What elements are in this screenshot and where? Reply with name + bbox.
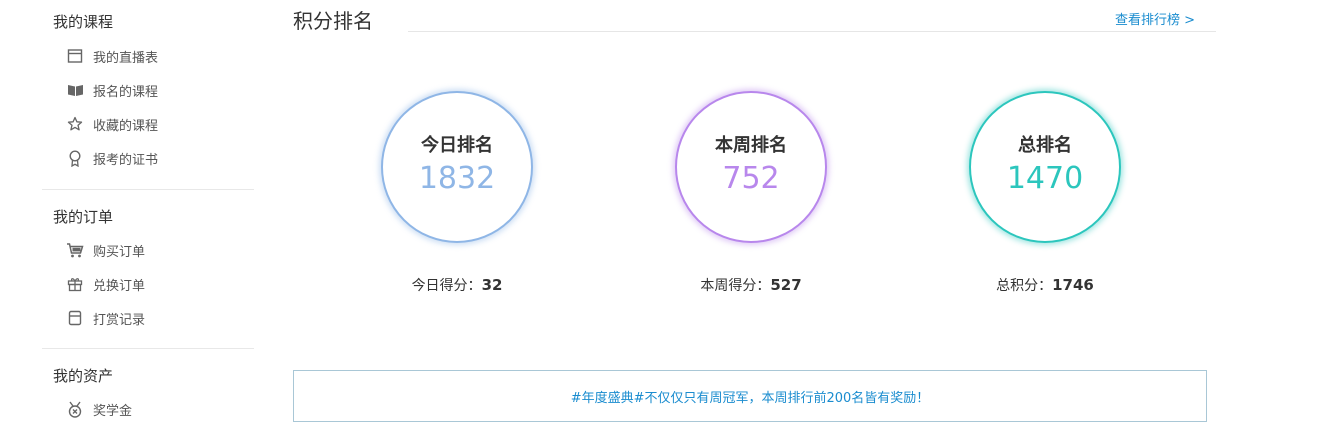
rank-circle: 今日排名 1832	[381, 91, 533, 243]
score-label: 总积分：	[996, 278, 1053, 294]
score-value: 32	[481, 276, 503, 294]
sidebar-item-label: 打赏记录	[93, 312, 146, 328]
sidebar-item-label: 兑换订单	[93, 278, 146, 294]
rank-circle: 总排名 1470	[969, 91, 1121, 243]
rank-value: 1470	[1006, 160, 1084, 196]
sidebar-item-purchase-orders[interactable]: 购买订单	[42, 233, 254, 267]
sidebar-item-scholarship[interactable]: 奖学金	[42, 392, 254, 426]
sidebar-group-courses: 我的课程 我的直播表 报名的课程 收藏的课程 报考的证书	[42, 0, 254, 189]
sidebar-item-label: 报名的课程	[93, 84, 159, 100]
box-icon	[66, 309, 84, 327]
sidebar-item-label: 收藏的课程	[93, 118, 159, 134]
score-value: 1746	[1052, 276, 1094, 294]
sidebar-group-assets: 我的资产 奖学金	[42, 348, 254, 426]
sidebar-group-orders: 我的订单 购买订单 兑换订单 打赏记录	[42, 189, 254, 348]
main-header: 积分排名 查看排行榜 >	[293, 0, 1216, 33]
score-line: 今日得分：32	[381, 275, 533, 295]
rank-label: 总排名	[1018, 134, 1072, 156]
sidebar-item-label: 购买订单	[93, 244, 146, 260]
sidebar-group-title: 我的资产	[53, 367, 114, 385]
rank-label: 本周排名	[715, 134, 787, 156]
score-line: 总积分：1746	[969, 275, 1121, 295]
sidebar-item-label: 奖学金	[93, 403, 133, 419]
sidebar-item-enrolled-courses[interactable]: 报名的课程	[42, 73, 254, 107]
sidebar-item-label: 我的直播表	[93, 50, 159, 66]
sidebar-group-title: 我的课程	[53, 13, 114, 31]
rank-value: 1832	[418, 160, 496, 196]
rank-card-week: 本周排名 752 本周得分：527	[675, 91, 827, 295]
rank-card-total: 总排名 1470 总积分：1746	[969, 91, 1121, 295]
header-divider	[408, 31, 1216, 32]
sidebar-group-title: 我的订单	[53, 208, 114, 226]
score-label: 本周得分：	[700, 278, 771, 294]
rank-label: 今日排名	[421, 134, 493, 156]
view-leaderboard-link[interactable]: 查看排行榜 >	[1115, 9, 1195, 28]
score-line: 本周得分：527	[675, 275, 827, 295]
cart-icon	[66, 241, 84, 259]
award-icon	[66, 149, 84, 167]
medal-icon	[66, 400, 84, 418]
page-title: 积分排名	[293, 9, 373, 33]
sidebar-item-label: 报考的证书	[93, 152, 159, 168]
rank-circle: 本周排名 752	[675, 91, 827, 243]
promo-banner[interactable]: #年度盛典#不仅仅只有周冠军，本周排行前200名皆有奖励！	[293, 370, 1207, 422]
rank-value: 752	[722, 160, 780, 196]
sidebar-item-reward-records[interactable]: 打赏记录	[42, 301, 254, 335]
sidebar-item-favorite-courses[interactable]: 收藏的课程	[42, 107, 254, 141]
gift-icon	[66, 275, 84, 293]
score-label: 今日得分：	[411, 278, 482, 294]
sidebar-item-certificates[interactable]: 报考的证书	[42, 141, 254, 175]
score-value: 527	[770, 276, 802, 294]
sidebar-item-exchange-orders[interactable]: 兑换订单	[42, 267, 254, 301]
sidebar-item-live-schedule[interactable]: 我的直播表	[42, 39, 254, 73]
calendar-icon	[66, 47, 84, 65]
sidebar: 我的课程 我的直播表 报名的课程 收藏的课程 报考的证书 我的订单 购买订单 兑…	[42, 0, 254, 426]
star-icon	[66, 115, 84, 133]
rank-card-today: 今日排名 1832 今日得分：32	[381, 91, 533, 295]
book-icon	[66, 81, 84, 99]
